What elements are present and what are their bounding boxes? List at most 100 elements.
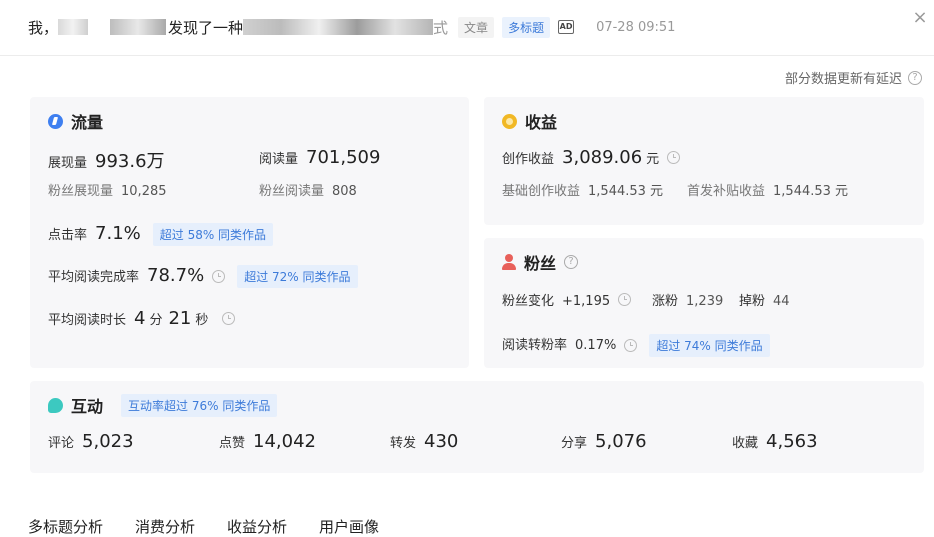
revenue-title: 收益 — [502, 109, 557, 133]
completion-label: 平均阅读完成率 — [48, 270, 140, 285]
fan-reads-metric: 粉丝阅读量 808 — [259, 180, 357, 199]
article-title-mid: 发现了一种 — [168, 18, 244, 37]
fan-impressions-label: 粉丝展现量 — [48, 184, 114, 199]
read-to-fan-badge: 超过 74% 同类作品 — [649, 334, 770, 357]
help-icon[interactable]: ? — [564, 255, 579, 269]
comments-metric: 评论 5,023 — [48, 431, 134, 452]
reposts-metric: 转发 430 — [390, 431, 458, 452]
creation-revenue-label: 创作收益 — [502, 152, 555, 167]
reposts-value: 430 — [424, 431, 459, 452]
fan-loss-metric: 掉粉 44 — [739, 290, 790, 309]
traffic-card: 流量 展现量 993.6万 阅读量 701,509 粉丝展现量 10,285 粉… — [30, 97, 469, 368]
ctr-value: 7.1% — [95, 223, 141, 244]
fans-title: 粉丝 ? — [502, 250, 579, 274]
duration-metric: 平均阅读时长 4 分 21 秒 — [48, 308, 236, 329]
revenue-title-text: 收益 — [525, 113, 558, 132]
interaction-badge: 互动率超过 76% 同类作品 — [121, 393, 278, 417]
fan-loss-value: 44 — [773, 294, 790, 309]
fan-change-metric: 粉丝变化 +1,195 — [502, 290, 632, 309]
impressions-label: 展现量 — [48, 156, 88, 171]
reposts-label: 转发 — [390, 436, 417, 451]
tab-user-profile[interactable]: 用户画像 — [319, 516, 379, 537]
tab-consumption-analysis[interactable]: 消费分析 — [135, 516, 195, 537]
fan-impressions-metric: 粉丝展现量 10,285 — [48, 180, 167, 199]
close-icon[interactable]: × — [910, 8, 930, 28]
article-title-row[interactable]: 我， 发现了一种 式 文章 多标题 AD 07-28 09:51 — [28, 15, 675, 39]
impressions-metric: 展现量 993.6万 — [48, 147, 165, 173]
tab-multi-title-analysis[interactable]: 多标题分析 — [28, 516, 103, 537]
favorites-label: 收藏 — [732, 436, 759, 451]
traffic-title: 流量 — [48, 109, 103, 133]
shares-metric: 分享 5,076 — [561, 431, 647, 452]
interaction-title: 互动 互动率超过 76% 同类作品 — [48, 393, 278, 417]
completion-metric: 平均阅读完成率 78.7% 超过 72% 同类作品 — [48, 265, 358, 288]
interaction-title-text: 互动 — [71, 397, 104, 416]
clock-icon[interactable] — [618, 293, 632, 306]
revenue-card: 收益 创作收益 3,089.06 元 基础创作收益 1,544.53 元 首发补… — [484, 97, 924, 225]
tag-multi-title: 多标题 — [502, 16, 551, 38]
creation-revenue-unit: 元 — [646, 152, 660, 167]
article-header: 我， 发现了一种 式 文章 多标题 AD 07-28 09:51 × — [0, 0, 934, 56]
duration-seconds: 21 — [168, 308, 192, 329]
fans-card: 粉丝 ? 粉丝变化 +1,195 涨粉 1,239 掉粉 44 阅读转粉率 0.… — [484, 238, 924, 368]
clock-icon[interactable] — [212, 270, 226, 283]
blurred-title-segment — [58, 19, 89, 35]
article-title-end: 式 — [433, 18, 449, 37]
fan-reads-value: 808 — [332, 184, 357, 199]
blurred-title-segment — [110, 19, 167, 35]
first-publish-revenue-label: 首发补贴收益 — [687, 184, 766, 199]
fan-change-label: 粉丝变化 — [502, 294, 555, 309]
article-title-start: 我， — [28, 18, 59, 37]
tag-article: 文章 — [458, 16, 495, 38]
fan-change-value: +1,195 — [562, 294, 611, 309]
shares-label: 分享 — [561, 436, 588, 451]
clock-icon[interactable] — [624, 339, 638, 352]
reads-label: 阅读量 — [259, 152, 299, 167]
shares-value: 5,076 — [595, 431, 647, 452]
completion-value: 78.7% — [147, 265, 205, 286]
lightning-icon — [48, 113, 63, 129]
basic-revenue-value: 1,544.53 元 — [588, 184, 664, 199]
person-icon — [502, 254, 516, 270]
creation-revenue-metric: 创作收益 3,089.06 元 — [502, 147, 681, 168]
data-delay-notice: 部分数据更新有延迟 ? — [785, 68, 922, 87]
creation-revenue-value: 3,089.06 — [562, 147, 643, 168]
traffic-title-text: 流量 — [71, 113, 104, 132]
read-to-fan-value: 0.17% — [575, 338, 617, 353]
ctr-metric: 点击率 7.1% 超过 58% 同类作品 — [48, 223, 274, 246]
comments-label: 评论 — [48, 436, 75, 451]
reads-value: 701,509 — [306, 147, 381, 168]
duration-minutes-unit: 分 — [149, 313, 163, 328]
duration-minutes: 4 — [134, 308, 146, 329]
publish-time: 07-28 09:51 — [596, 19, 676, 35]
fan-gain-value: 1,239 — [686, 294, 724, 309]
fans-title-text: 粉丝 — [524, 254, 557, 273]
help-icon[interactable]: ? — [908, 70, 922, 85]
reads-metric: 阅读量 701,509 — [259, 147, 380, 168]
basic-revenue-metric: 基础创作收益 1,544.53 元 — [502, 180, 663, 199]
blurred-title-segment — [243, 19, 434, 35]
likes-value: 14,042 — [253, 431, 316, 452]
chat-bubble-icon — [48, 397, 63, 413]
ad-icon: AD — [558, 20, 575, 34]
clock-icon[interactable] — [667, 151, 681, 164]
basic-revenue-label: 基础创作收益 — [502, 184, 581, 199]
duration-label: 平均阅读时长 — [48, 313, 127, 328]
comments-value: 5,023 — [82, 431, 134, 452]
likes-metric: 点赞 14,042 — [219, 431, 316, 452]
data-delay-text: 部分数据更新有延迟 — [784, 72, 902, 87]
analysis-tabs: 多标题分析 消费分析 收益分析 用户画像 — [28, 516, 411, 537]
completion-badge: 超过 72% 同类作品 — [237, 265, 358, 288]
fan-reads-label: 粉丝阅读量 — [259, 184, 325, 199]
first-publish-revenue-value: 1,544.53 元 — [773, 184, 849, 199]
first-publish-revenue-metric: 首发补贴收益 1,544.53 元 — [687, 180, 848, 199]
interaction-card: 互动 互动率超过 76% 同类作品 评论 5,023 点赞 14,042 转发 … — [30, 381, 924, 473]
tab-revenue-analysis[interactable]: 收益分析 — [227, 516, 287, 537]
fan-gain-label: 涨粉 — [652, 294, 679, 309]
fan-impressions-value: 10,285 — [121, 184, 167, 199]
ctr-label: 点击率 — [48, 228, 88, 243]
favorites-metric: 收藏 4,563 — [732, 431, 818, 452]
read-to-fan-label: 阅读转粉率 — [502, 338, 568, 353]
clock-icon[interactable] — [222, 312, 236, 325]
read-to-fan-metric: 阅读转粉率 0.17% 超过 74% 同类作品 — [502, 334, 770, 357]
